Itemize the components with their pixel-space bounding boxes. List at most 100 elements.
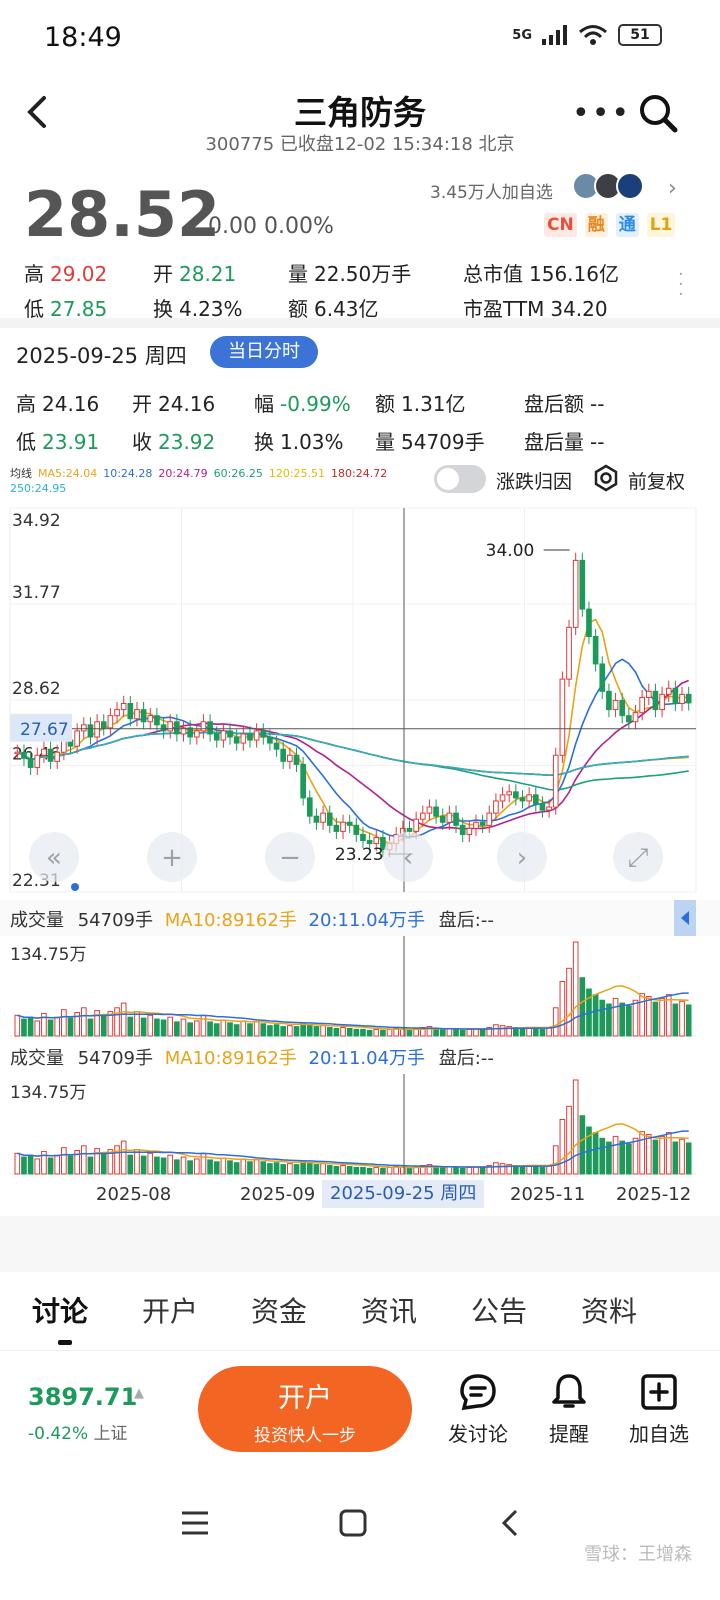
follower-avatars[interactable] xyxy=(572,172,644,200)
candle-body xyxy=(552,754,559,808)
candle-body xyxy=(200,721,207,732)
home-icon[interactable] xyxy=(338,1508,368,1538)
zoom-in-button[interactable]: + xyxy=(147,832,197,882)
followers-count[interactable]: 3.45万人加自选 xyxy=(430,178,553,203)
adjust-mode-label[interactable]: 前复权 xyxy=(628,467,685,494)
volume-bar xyxy=(360,1166,366,1175)
volume-bar xyxy=(619,1140,626,1175)
candle-body xyxy=(127,703,134,720)
search-button[interactable] xyxy=(638,93,678,133)
volume-bar xyxy=(665,994,672,1037)
menu-icon[interactable] xyxy=(180,1510,210,1536)
scroll-left-button[interactable]: ‹ xyxy=(383,832,433,882)
chevron-right-icon[interactable]: › xyxy=(668,176,677,201)
candle-body xyxy=(320,812,326,823)
open-account-button[interactable]: 开户 投资快人一步 xyxy=(198,1366,412,1452)
volume-value: 54709手 xyxy=(77,910,153,931)
zoom-out-button[interactable]: − xyxy=(265,832,315,882)
scroll-left-icon: ‹ xyxy=(403,843,413,873)
candle-body xyxy=(652,690,659,711)
attribution-label: 涨跌归因 xyxy=(496,471,573,493)
candle-body xyxy=(167,721,174,732)
volume-bar xyxy=(27,1016,34,1037)
volume-bar xyxy=(566,1105,572,1175)
volume-bar xyxy=(233,1024,240,1037)
volume-chart-2[interactable] xyxy=(0,1074,720,1176)
tab-item[interactable]: 公告 xyxy=(471,1290,527,1330)
volume-bar xyxy=(247,1161,253,1175)
avatar xyxy=(616,172,644,200)
tab-item[interactable]: 资料 xyxy=(581,1290,637,1330)
tab-item[interactable]: 讨论 xyxy=(32,1290,88,1330)
tab-item[interactable]: 资讯 xyxy=(361,1290,417,1330)
prev-page-button[interactable]: « xyxy=(29,832,79,882)
volume-bar xyxy=(679,1000,685,1037)
volume-bar xyxy=(134,1011,140,1037)
stat-key: 量 xyxy=(288,262,308,286)
volume-bar xyxy=(612,1135,619,1175)
panel-collapse-button[interactable] xyxy=(674,900,696,936)
volume-bar xyxy=(147,1014,154,1037)
stat-key: 低 xyxy=(16,430,36,454)
candle-body xyxy=(193,730,200,738)
candle-body xyxy=(140,709,147,723)
volume-bar xyxy=(552,1145,559,1175)
volume-bar xyxy=(280,1026,287,1037)
crosshair-price-label: 27.67 xyxy=(20,720,69,740)
add-watchlist-button[interactable]: 加自选 xyxy=(614,1372,704,1447)
attribution-toggle[interactable] xyxy=(434,465,486,493)
volume-bar xyxy=(260,1161,267,1175)
alert-button[interactable]: 提醒 xyxy=(524,1372,614,1447)
index-value[interactable]: 3897.71 xyxy=(28,1383,137,1411)
volume-bar xyxy=(579,1115,586,1175)
candle-body xyxy=(433,806,439,817)
more-button[interactable]: ••• xyxy=(572,96,631,131)
volume-ma20-2: 20:11.04万手 xyxy=(308,1048,426,1069)
scroll-right-icon: › xyxy=(517,843,527,873)
candle-body xyxy=(94,721,100,738)
tab-item[interactable]: 资金 xyxy=(251,1290,307,1330)
post-discussion-button[interactable]: 发讨论 xyxy=(433,1372,523,1447)
volume-bar xyxy=(313,1164,320,1175)
volume-bar xyxy=(193,1020,200,1037)
volume-bar xyxy=(67,1017,74,1037)
volume-bar xyxy=(253,1159,260,1175)
volume-bar xyxy=(552,1007,559,1037)
selected-date: 2025-09-25 周四 xyxy=(16,344,187,368)
ma-value: 10:24.28 xyxy=(103,467,153,480)
candle-body xyxy=(559,678,566,756)
candle-body xyxy=(592,636,599,665)
volume-bar xyxy=(599,999,606,1037)
tab-bar: 讨论 开户 资金 资讯 公告 资料 xyxy=(0,1290,720,1340)
candle-body xyxy=(120,703,127,711)
volume-bar xyxy=(80,1145,87,1175)
volume-bar xyxy=(100,1153,107,1175)
more-vertical-icon[interactable]: · · · xyxy=(678,266,684,304)
volume-bar xyxy=(87,1156,94,1175)
candle-body xyxy=(546,806,552,811)
add-watchlist-label: 加自选 xyxy=(629,1422,689,1446)
candle-body xyxy=(233,736,240,744)
candle-body xyxy=(479,821,486,826)
volume-bar xyxy=(459,1029,466,1037)
tab-item[interactable]: 开户 xyxy=(142,1290,198,1330)
volume-chart[interactable] xyxy=(0,936,720,1038)
volume-bar xyxy=(572,1079,579,1175)
fullscreen-button[interactable]: ⤢ xyxy=(613,832,663,882)
volume-bar xyxy=(220,1157,227,1175)
settings-icon[interactable] xyxy=(592,464,620,492)
scroll-right-button[interactable]: › xyxy=(497,832,547,882)
volume-bar xyxy=(659,1135,665,1175)
candle-body xyxy=(293,754,300,765)
volume-legend: 成交量 54709手 MA10:89162手 20:11.04万手 盘后:-- xyxy=(10,906,494,932)
stat-item: 盘后量 -- xyxy=(524,426,604,455)
candle-body xyxy=(486,812,493,826)
volume-bar xyxy=(493,1024,499,1037)
stat-key: 收 xyxy=(132,430,152,454)
divider xyxy=(0,1350,720,1351)
kline-chart[interactable]: 34.9231.7728.6226.4622.3127.6734.0023.23… xyxy=(0,500,720,900)
intraday-button[interactable]: 当日分时 xyxy=(210,336,318,368)
candle-body xyxy=(207,721,213,735)
back-nav-icon[interactable] xyxy=(498,1508,522,1538)
x-tick-label: 2025-08 xyxy=(96,1184,172,1205)
